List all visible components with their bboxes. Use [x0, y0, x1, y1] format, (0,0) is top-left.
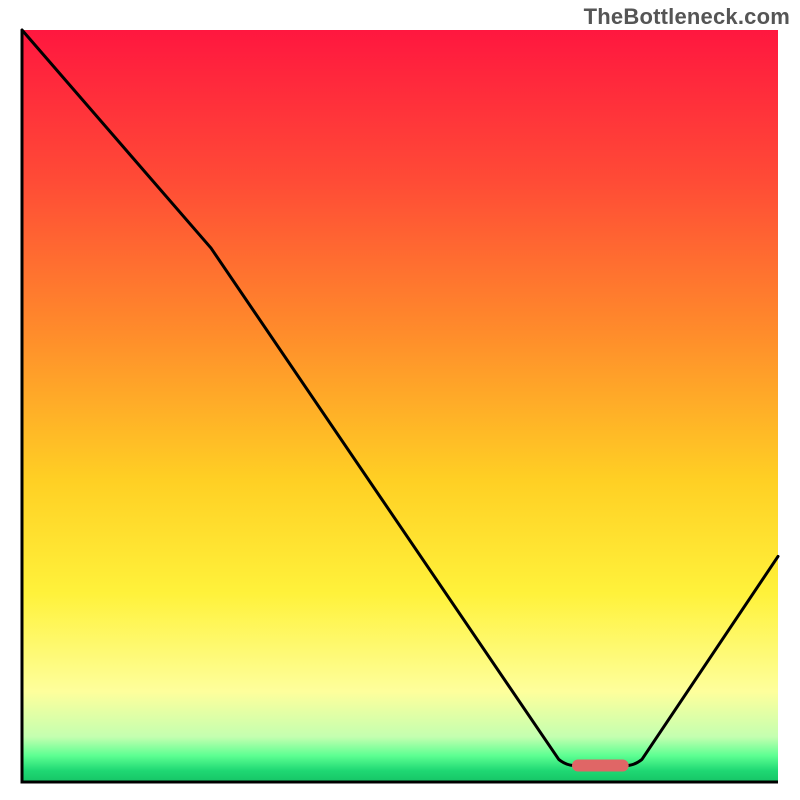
optimal-marker — [572, 759, 629, 771]
chart-svg — [0, 0, 800, 800]
watermark-text: TheBottleneck.com — [584, 4, 790, 30]
gradient-background — [22, 30, 778, 782]
bottleneck-chart: TheBottleneck.com — [0, 0, 800, 800]
